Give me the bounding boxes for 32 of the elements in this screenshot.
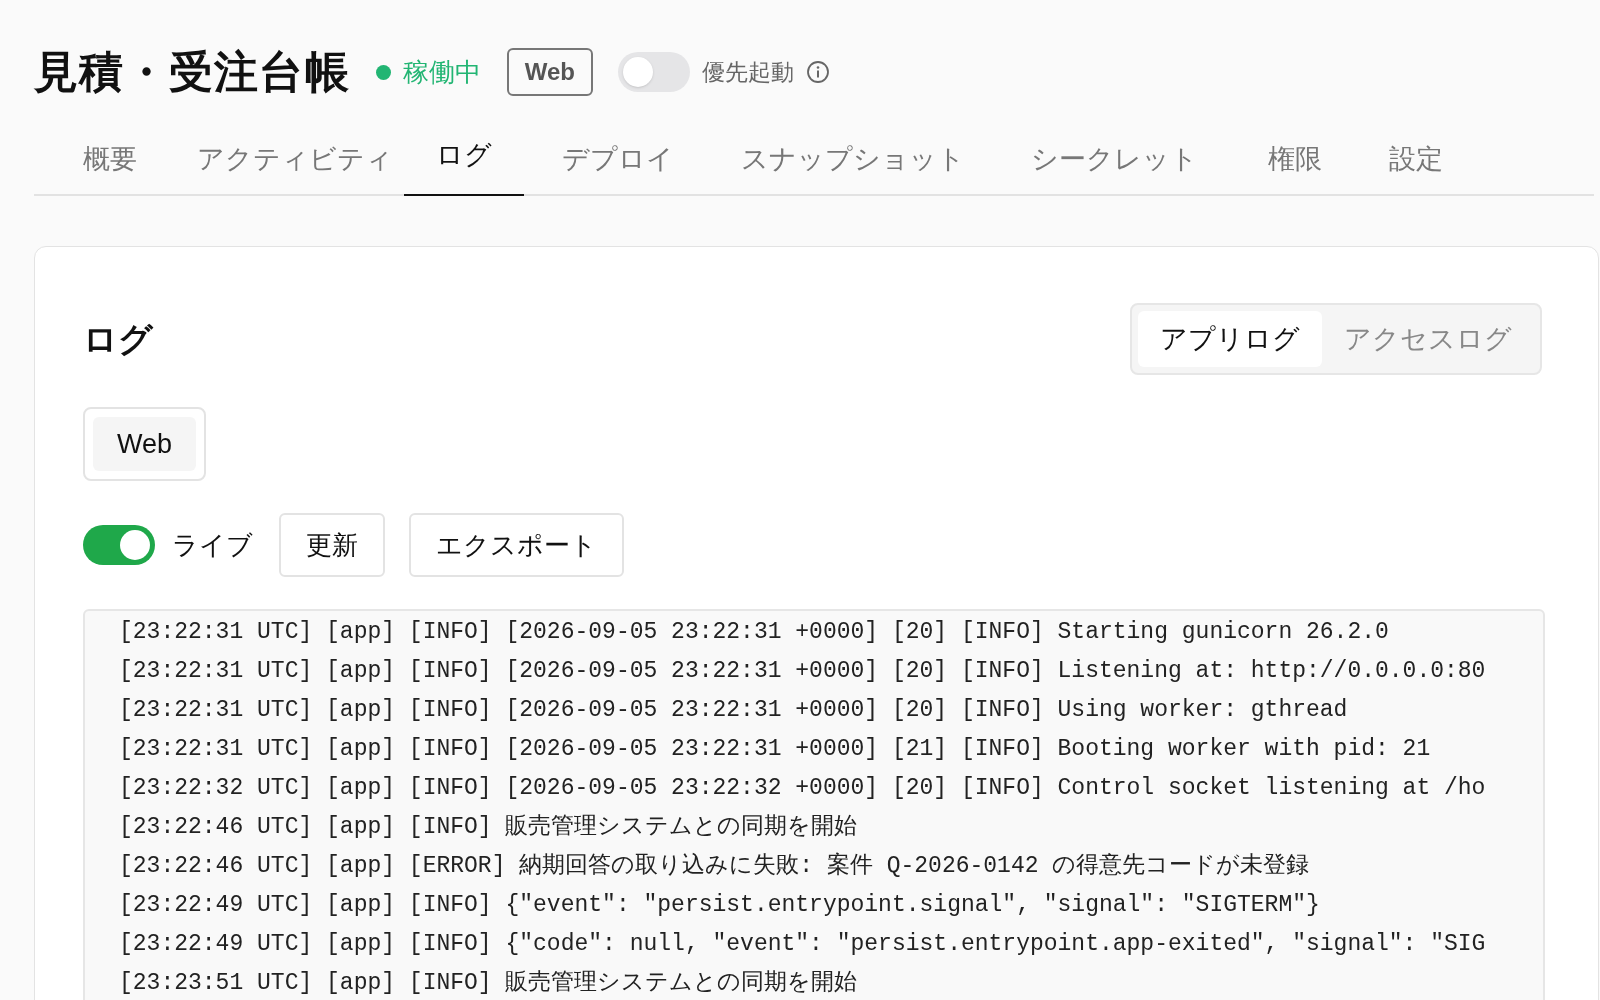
- service-tab[interactable]: Web: [93, 417, 197, 471]
- log-line: [23:22:31 UTC] [app] [INFO] [2026-09-05 23:22:31 +0000] [20] [INFO] Using worker: gthread: [119, 696, 1348, 725]
- page-title: 見積・受注台帳: [34, 46, 350, 98]
- service-badge: Web: [506, 48, 593, 96]
- log-line: [23:22:46 UTC] [app] [ERROR] 納期回答の取り込みに失敗: 案件 Q-2026-0142 の得意先コードが未登録: [119, 851, 1310, 881]
- log-line: [23:22:32 UTC] [app] [INFO] [2026-09-05 23:22:32 +0000] [20] [INFO] Control socket listening at /ho: [119, 774, 1486, 803]
- segment-tab[interactable]: アクセスログ: [1322, 311, 1534, 367]
- log-line: [23:22:31 UTC] [app] [INFO] [2026-09-05 23:22:31 +0000] [20] [INFO] Starting gunicorn 26.2.0: [119, 618, 1389, 647]
- action-button[interactable]: エクスポート: [409, 513, 624, 577]
- section-title: ログ: [83, 318, 153, 360]
- log-line: [23:22:31 UTC] [app] [INFO] [2026-09-05 23:22:31 +0000] [21] [INFO] Booting worker with pid: 21: [119, 735, 1431, 764]
- priority-toggle[interactable]: [617, 52, 690, 92]
- tab[interactable]: 権限: [1234, 124, 1356, 196]
- tab[interactable]: 設定: [1356, 124, 1476, 196]
- live-toggle[interactable]: [83, 525, 155, 565]
- info-icon[interactable]: [805, 60, 830, 84]
- tab[interactable]: ログ: [404, 124, 524, 196]
- tab[interactable]: アクティビティ: [186, 124, 404, 196]
- log-line: [23:22:49 UTC] [app] [INFO] {"event": "persist.entrypoint.signal", "signal": "SIGTERM"}: [119, 891, 1320, 920]
- segment-tab[interactable]: アプリログ: [1138, 311, 1322, 367]
- log-line: [23:23:51 UTC] [app] [INFO] 販売管理システムとの同期を開始: [119, 969, 858, 998]
- log-line: [23:22:31 UTC] [app] [INFO] [2026-09-05 23:22:31 +0000] [20] [INFO] Listening at: http://0.0.0.0:80: [119, 657, 1486, 686]
- action-button[interactable]: 更新: [279, 513, 385, 577]
- log-line: [23:22:46 UTC] [app] [INFO] 販売管理システムとの同期を開始: [119, 813, 858, 842]
- tab[interactable]: デプロイ: [524, 124, 712, 196]
- toggle-label: 優先起動: [701, 57, 794, 87]
- toggle-label: ライブ: [172, 528, 253, 562]
- tab[interactable]: 概要: [34, 124, 186, 196]
- tab[interactable]: スナップショット: [712, 124, 994, 196]
- status-label: 稼働中: [402, 55, 481, 89]
- log-line: [23:22:49 UTC] [app] [INFO] {"code": null, "event": "persist.entrypoint.app-exited", "signal": "SIG: [119, 930, 1486, 959]
- tab[interactable]: シークレット: [994, 124, 1234, 196]
